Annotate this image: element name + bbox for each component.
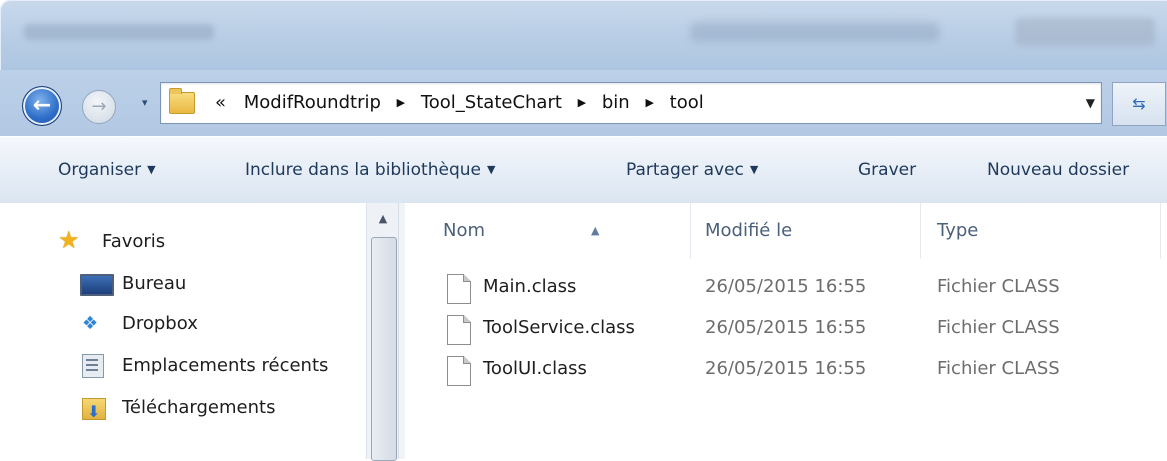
file-list: ▲ Nom Modifié le Type Main.class 26/05/2… bbox=[405, 203, 1167, 459]
file-icon bbox=[447, 315, 471, 345]
refresh-button[interactable]: ⇆ bbox=[1112, 82, 1166, 126]
sidebar-item-downloads[interactable]: Téléchargements bbox=[80, 393, 276, 427]
file-modified: 26/05/2015 16:55 bbox=[705, 317, 867, 338]
blurred-search-area bbox=[1015, 18, 1155, 46]
dropbox-icon: ❖ bbox=[82, 313, 99, 334]
forward-button[interactable]: → bbox=[82, 90, 116, 124]
breadcrumb-separator-icon[interactable]: ▶ bbox=[578, 96, 586, 109]
recent-pages-dropdown[interactable]: ▾ bbox=[142, 96, 148, 109]
breadcrumb-item[interactable]: tool bbox=[670, 92, 704, 113]
star-icon: ★ bbox=[58, 226, 80, 254]
share-with-menu[interactable]: Partager avec ▼ bbox=[626, 137, 758, 203]
command-bar: Organiser ▼ Inclure dans la bibliothèque ▼… bbox=[0, 136, 1167, 204]
file-type: Fichier CLASS bbox=[937, 358, 1060, 379]
organize-menu[interactable]: Organiser ▼ bbox=[58, 137, 156, 203]
file-type: Fichier CLASS bbox=[937, 317, 1060, 338]
column-header-modified[interactable]: Modifié le bbox=[705, 203, 792, 259]
address-bar[interactable]: « ModifRoundtrip ▶ Tool_StateChart ▶ bin… bbox=[160, 82, 1102, 124]
window-title-bar bbox=[0, 0, 1167, 70]
include-in-library-label: Inclure dans la bibliothèque bbox=[245, 160, 481, 180]
file-icon bbox=[447, 356, 471, 386]
breadcrumb-item[interactable]: bin bbox=[602, 92, 630, 113]
chevron-down-icon: ▼ bbox=[486, 163, 496, 176]
back-button[interactable]: ← bbox=[22, 86, 62, 126]
chevron-down-icon: ▼ bbox=[147, 163, 156, 176]
breadcrumb-overflow[interactable]: « bbox=[215, 92, 226, 113]
column-header-name[interactable]: ▲ Nom bbox=[443, 203, 693, 259]
column-divider[interactable] bbox=[1160, 203, 1161, 259]
file-icon bbox=[447, 274, 471, 304]
navigation-row: ← → ▾ « ModifRoundtrip ▶ Tool_StateChart… bbox=[0, 70, 1167, 136]
folder-icon bbox=[169, 88, 195, 114]
file-row[interactable]: ToolService.class 26/05/2015 16:55 Fichi… bbox=[405, 308, 1167, 348]
file-type: Fichier CLASS bbox=[937, 276, 1060, 297]
new-folder-button[interactable]: Nouveau dossier bbox=[987, 137, 1129, 203]
sidebar-item-label: Favoris bbox=[102, 231, 166, 252]
sidebar-item-recent-places[interactable]: Emplacements récents bbox=[80, 351, 328, 381]
navigation-pane-scrollbar[interactable]: ▲ bbox=[366, 203, 399, 461]
file-row[interactable]: ToolUI.class 26/05/2015 16:55 Fichier CL… bbox=[405, 349, 1167, 389]
arrow-left-icon: ← bbox=[32, 93, 52, 118]
sidebar-item-label: Dropbox bbox=[122, 313, 198, 334]
scrollbar-thumb[interactable] bbox=[371, 237, 397, 461]
file-modified: 26/05/2015 16:55 bbox=[705, 276, 867, 297]
sidebar-item-dropbox[interactable]: ❖ Dropbox bbox=[80, 309, 198, 339]
sort-ascending-icon: ▲ bbox=[591, 224, 600, 237]
breadcrumb: « ModifRoundtrip ▶ Tool_StateChart ▶ bin… bbox=[215, 83, 704, 123]
column-header-label: Nom bbox=[443, 220, 486, 241]
share-with-label: Partager avec bbox=[626, 160, 744, 180]
organize-label: Organiser bbox=[58, 160, 142, 180]
sidebar-item-label: Bureau bbox=[122, 273, 187, 294]
breadcrumb-separator-icon[interactable]: ▶ bbox=[397, 96, 405, 109]
chevron-down-icon: ▼ bbox=[749, 163, 759, 176]
desktop-icon bbox=[80, 274, 114, 296]
blurred-toolbar-icons bbox=[690, 22, 940, 42]
breadcrumb-item[interactable]: ModifRoundtrip bbox=[244, 92, 381, 113]
sidebar-item-label: Emplacements récents bbox=[122, 355, 329, 376]
breadcrumb-separator-icon[interactable]: ▶ bbox=[645, 96, 653, 109]
sidebar-item-label: Téléchargements bbox=[122, 397, 276, 418]
recent-places-icon bbox=[82, 354, 104, 378]
navigation-pane: ★ Favoris Bureau ❖ Dropbox Emplacements … bbox=[0, 203, 398, 459]
sidebar-item-bureau[interactable]: Bureau bbox=[80, 269, 186, 299]
file-name: ToolService.class bbox=[483, 317, 635, 338]
column-header-type[interactable]: Type bbox=[937, 203, 978, 259]
address-history-dropdown-icon[interactable]: ▼ bbox=[1086, 83, 1095, 123]
file-row[interactable]: Main.class 26/05/2015 16:55 Fichier CLAS… bbox=[405, 267, 1167, 307]
burn-button[interactable]: Graver bbox=[858, 137, 916, 203]
column-divider[interactable] bbox=[690, 203, 691, 259]
arrow-right-icon: → bbox=[91, 96, 107, 117]
column-divider[interactable] bbox=[920, 203, 921, 259]
breadcrumb-item[interactable]: Tool_StateChart bbox=[421, 92, 562, 113]
blurred-window-title bbox=[24, 24, 214, 40]
sidebar-item-favorites[interactable]: ★ Favoris bbox=[58, 226, 166, 257]
include-in-library-menu[interactable]: Inclure dans la bibliothèque ▼ bbox=[245, 137, 495, 203]
scroll-up-arrow-icon[interactable]: ▲ bbox=[367, 207, 399, 231]
file-modified: 26/05/2015 16:55 bbox=[705, 358, 867, 379]
file-name: ToolUI.class bbox=[483, 358, 587, 379]
refresh-icon: ⇆ bbox=[1132, 94, 1146, 113]
file-name: Main.class bbox=[483, 276, 577, 297]
downloads-folder-icon bbox=[82, 397, 106, 427]
pane-splitter[interactable] bbox=[398, 203, 405, 459]
